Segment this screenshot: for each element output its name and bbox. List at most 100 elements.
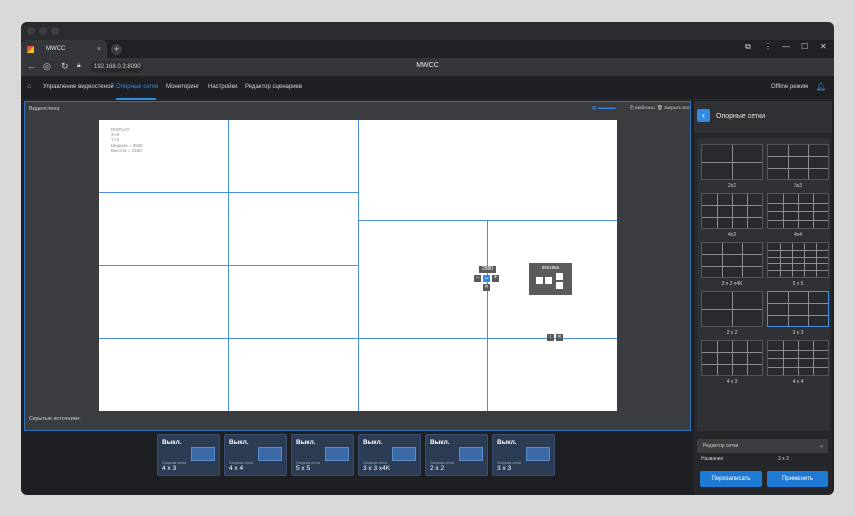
- preview-window: [545, 277, 552, 284]
- grid-card[interactable]: Выкл. Опорная сетка 3 x 3: [492, 434, 555, 476]
- grid-thumbnail: [191, 447, 215, 461]
- grid-line: [702, 363, 762, 365]
- grid-line: [702, 162, 762, 163]
- grid-line: [742, 243, 743, 277]
- videowall-panel: Видеостена ▦ ▬▬▬▬ ⎘ Шаблоны 🗑︎ Закрыть в…: [24, 101, 691, 431]
- grid-card[interactable]: Выкл. Опорная сетка 2 x 2: [425, 434, 488, 476]
- tab-bar: [21, 40, 834, 58]
- increase-icon[interactable]: +: [492, 275, 499, 282]
- offline-mode-toggle[interactable]: Offline режим: [771, 84, 808, 90]
- grid-option[interactable]: [701, 193, 763, 229]
- grid-line: [99, 192, 358, 193]
- grid-line: [722, 243, 723, 277]
- card-name: 2 x 2: [430, 465, 445, 472]
- close-tab-icon[interactable]: ×: [97, 46, 101, 53]
- preview-window: [556, 273, 563, 280]
- grid-line: [768, 366, 828, 368]
- window-dot[interactable]: [39, 27, 47, 35]
- lock-icon[interactable]: ⌂: [27, 83, 31, 90]
- grid-line: [717, 341, 718, 375]
- grid-line: [768, 167, 828, 169]
- grid-option[interactable]: [701, 242, 763, 278]
- close-all-button[interactable]: 🗑︎ Закрыть все: [657, 105, 690, 111]
- maximize-icon[interactable]: ☐: [801, 42, 808, 51]
- card-name: 4 x 4: [229, 465, 244, 472]
- close-icon[interactable]: ✕: [483, 284, 490, 291]
- card-status: Выкл.: [229, 439, 249, 446]
- grid-line: [768, 263, 828, 265]
- grid-card[interactable]: Выкл. Опорная сетка 4 x 4: [224, 434, 287, 476]
- nav-scenario-editor[interactable]: Редактор сценариев: [245, 84, 302, 90]
- tab-title: MWCC: [46, 46, 66, 52]
- grid-line: [788, 145, 789, 179]
- card-name: 4 x 3: [162, 465, 177, 472]
- grids-panel: ‹ Опорные сетки 2x2 3x3 4x3 4x4 3 x 3 x4K 5 x…: [694, 101, 832, 495]
- grid-line: [808, 292, 809, 326]
- grid-option-label: 4 x 3: [726, 379, 738, 385]
- grid-option[interactable]: [767, 193, 829, 229]
- grid-line: [768, 270, 828, 272]
- grid-option[interactable]: [701, 340, 763, 376]
- grid-line: [804, 243, 805, 277]
- resize-icon[interactable]: ↕: [547, 334, 554, 341]
- chevron-down-icon: ⌄: [818, 443, 824, 449]
- minimize-icon[interactable]: —: [782, 42, 790, 51]
- grid-line: [768, 219, 828, 221]
- name-value[interactable]: 3 x 3: [778, 456, 789, 462]
- grid-option[interactable]: [767, 144, 829, 180]
- grid-line: [487, 220, 488, 411]
- preview-size: 960x965: [541, 265, 560, 270]
- browser-tab[interactable]: MWCC ×: [21, 40, 107, 58]
- new-tab-button[interactable]: +: [111, 44, 122, 55]
- panel-header: ‹ Опорные сетки: [694, 101, 832, 133]
- back-button[interactable]: ‹: [697, 109, 710, 122]
- grid-card[interactable]: Выкл. Опорная сетка 5 x 5: [291, 434, 354, 476]
- card-status: Выкл.: [162, 439, 182, 446]
- display-info: DISPLAY X=0 Y=0 Ширина = 3840 Высота = 2…: [111, 127, 143, 153]
- grid-option-label: 3 x 3: [792, 330, 804, 336]
- grid-thumbnail: [258, 447, 282, 461]
- nav-videowall[interactable]: Управление видеостеной: [43, 84, 114, 90]
- grid-view-icon[interactable]: ▦ ▬▬▬▬: [592, 105, 616, 111]
- grid-card[interactable]: Выкл. Опорная сетка 4 x 3: [157, 434, 220, 476]
- grid-line: [768, 358, 828, 359]
- overwrite-button[interactable]: Перезаписать: [700, 471, 762, 487]
- grid-card[interactable]: Выкл. Опорная сетка 3 x 3 x4K: [358, 434, 421, 476]
- grid-line: [788, 292, 789, 326]
- source-preview[interactable]: 960x965: [529, 263, 572, 295]
- notification-icon[interactable]: 🔔︎: [816, 82, 826, 91]
- close-icon[interactable]: ✕: [556, 334, 563, 341]
- grid-line: [732, 194, 733, 228]
- nav-reference-grids[interactable]: Опорные сетки: [116, 84, 158, 90]
- grid-line: [780, 243, 781, 277]
- address-bar: ← ◎ ↻ 🔒︎ 192.168.0.3:8090 MWCC: [21, 58, 834, 76]
- grid-line: [747, 341, 748, 375]
- templates-button[interactable]: ⎘ Шаблоны: [630, 105, 655, 110]
- grid-line: [768, 156, 828, 158]
- grid-line: [768, 202, 828, 204]
- width-badge: 2880: [479, 266, 496, 273]
- nav-settings[interactable]: Настройки: [208, 84, 237, 90]
- grid-option[interactable]: [767, 340, 829, 376]
- grid-editor-dropdown[interactable]: Редактор сетки ⌄: [697, 439, 828, 453]
- grid-option[interactable]: [701, 144, 763, 180]
- menu-icon[interactable]: ⋮: [764, 42, 772, 51]
- decrease-icon[interactable]: −: [474, 275, 481, 282]
- grid-line: [702, 254, 762, 256]
- card-status: Выкл.: [363, 439, 383, 446]
- display-canvas[interactable]: DISPLAY X=0 Y=0 Ширина = 3840 Высота = 2…: [99, 120, 617, 411]
- extensions-icon[interactable]: ⧉: [745, 42, 751, 52]
- grid-option[interactable]: [701, 291, 763, 327]
- grid-option-label: 3 x 3 x4K: [721, 281, 743, 287]
- grid-option[interactable]: [767, 291, 829, 327]
- grid-option[interactable]: [767, 242, 829, 278]
- split-icon[interactable]: ↔: [483, 275, 490, 282]
- nav-monitoring[interactable]: Мониторинг: [166, 84, 199, 90]
- grid-thumbnail: [392, 447, 416, 461]
- apply-button[interactable]: Применить: [767, 471, 828, 487]
- window-dot[interactable]: [51, 27, 59, 35]
- window-dot[interactable]: [27, 27, 35, 35]
- grid-list: 2x2 3x3 4x3 4x4 3 x 3 x4K 5 x 5 2 x 2 3 x 3 4 x …: [697, 138, 830, 431]
- title-bar: [21, 22, 834, 40]
- close-window-icon[interactable]: ✕: [820, 42, 827, 51]
